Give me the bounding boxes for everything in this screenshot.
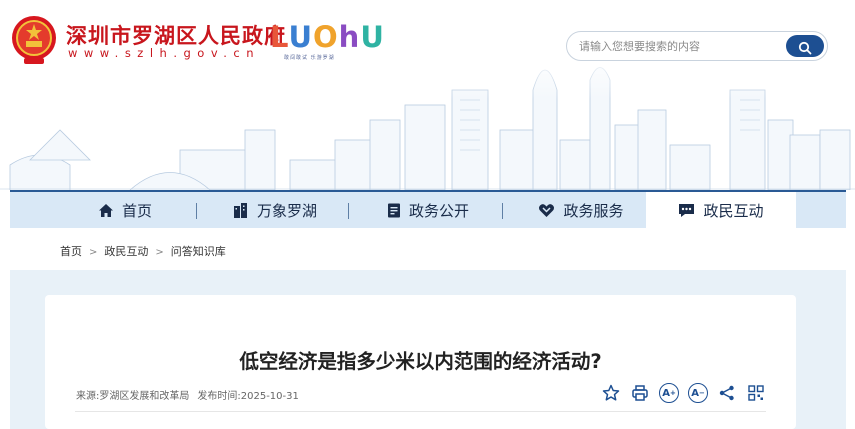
font-increase-label: A [662,387,670,399]
nav-divider [502,203,503,219]
site-url: www.szlh.gov.cn [68,46,260,60]
article-date: 2025-10-31 [240,391,299,402]
share-icon [719,385,734,401]
search-icon [798,41,812,55]
article-title: 低空经济是指多少米以内范围的经济活动? [239,350,602,373]
logo-letter-o: O [313,20,339,54]
nav-item-wanxiang-luohu[interactable]: 万象罗湖 [215,192,335,228]
favorite-button[interactable] [601,383,621,403]
national-emblem-icon [12,16,56,64]
home-icon [98,203,113,217]
luohu-logo: LUOhU [270,20,385,54]
nav-label-wanxiang-luohu: 万象罗湖 [256,201,317,220]
nav-item-government-services[interactable]: 政务服务 [520,192,642,228]
service-icon [539,203,555,217]
logo-letter-u2: U [360,20,385,54]
site-header: 深圳市罗湖区人民政府 www.szlh.gov.cn LUOhU 敢闯敢试 乐游… [0,0,855,190]
print-button[interactable] [630,383,650,403]
font-decrease-label: A [691,387,699,399]
breadcrumb-home[interactable]: 首页 [60,245,82,258]
article-card: 低空经济是指多少米以内范围的经济活动? 来源:罗湖区发展和改革局 发布时间:202… [45,295,796,429]
nav-divider [196,203,197,219]
breadcrumb-separator: > [155,247,164,258]
font-increase-button[interactable]: A + [659,383,679,403]
logo-letter-u: U [288,20,314,54]
buildings-icon [233,202,247,218]
search-input[interactable] [579,36,779,56]
nav-item-public-interaction[interactable]: 政民互动 [646,192,796,228]
breadcrumb: 首页 > 政民互动 > 问答知识库 [60,243,226,259]
nav-label-government-services: 政务服务 [563,201,624,220]
breadcrumb-separator: > [89,247,98,258]
main-nav: 首页 万象罗湖 政务公开 政务服务 政民互动 [10,190,846,228]
city-skyline-illustration [0,50,855,190]
font-decrease-button[interactable]: A − [688,383,708,403]
logo-letter-h: h [338,20,361,54]
nav-label-government-affairs: 政务公开 [408,201,469,220]
meta-divider [75,411,766,412]
breadcrumb-qa-knowledge-base[interactable]: 问答知识库 [171,245,226,258]
source-label: 来源: [76,391,100,402]
nav-label-home: 首页 [121,201,152,220]
document-icon [387,203,400,217]
logo-subtitle: 敢闯敢试 乐游罗湖 [284,55,335,61]
nav-divider [348,203,349,219]
star-icon [602,384,620,401]
nav-item-government-affairs[interactable]: 政务公开 [368,192,488,228]
logo-letter-l: L [270,20,289,54]
qrcode-button[interactable] [746,383,766,403]
chat-icon [679,203,695,217]
search-button[interactable] [786,35,824,57]
nav-item-home[interactable]: 首页 [70,192,180,228]
qrcode-icon [748,385,764,401]
article-meta: 来源:罗湖区发展和改革局 发布时间:2025-10-31 [76,387,299,402]
share-button[interactable] [717,383,737,403]
print-icon [632,385,648,401]
search-box [566,31,828,61]
article-tools: A + A − [601,383,766,403]
date-label: 发布时间: [197,391,241,402]
breadcrumb-public-interaction[interactable]: 政民互动 [104,245,148,258]
nav-label-public-interaction: 政民互动 [703,201,764,220]
article-source: 罗湖区发展和改革局 [99,391,190,402]
